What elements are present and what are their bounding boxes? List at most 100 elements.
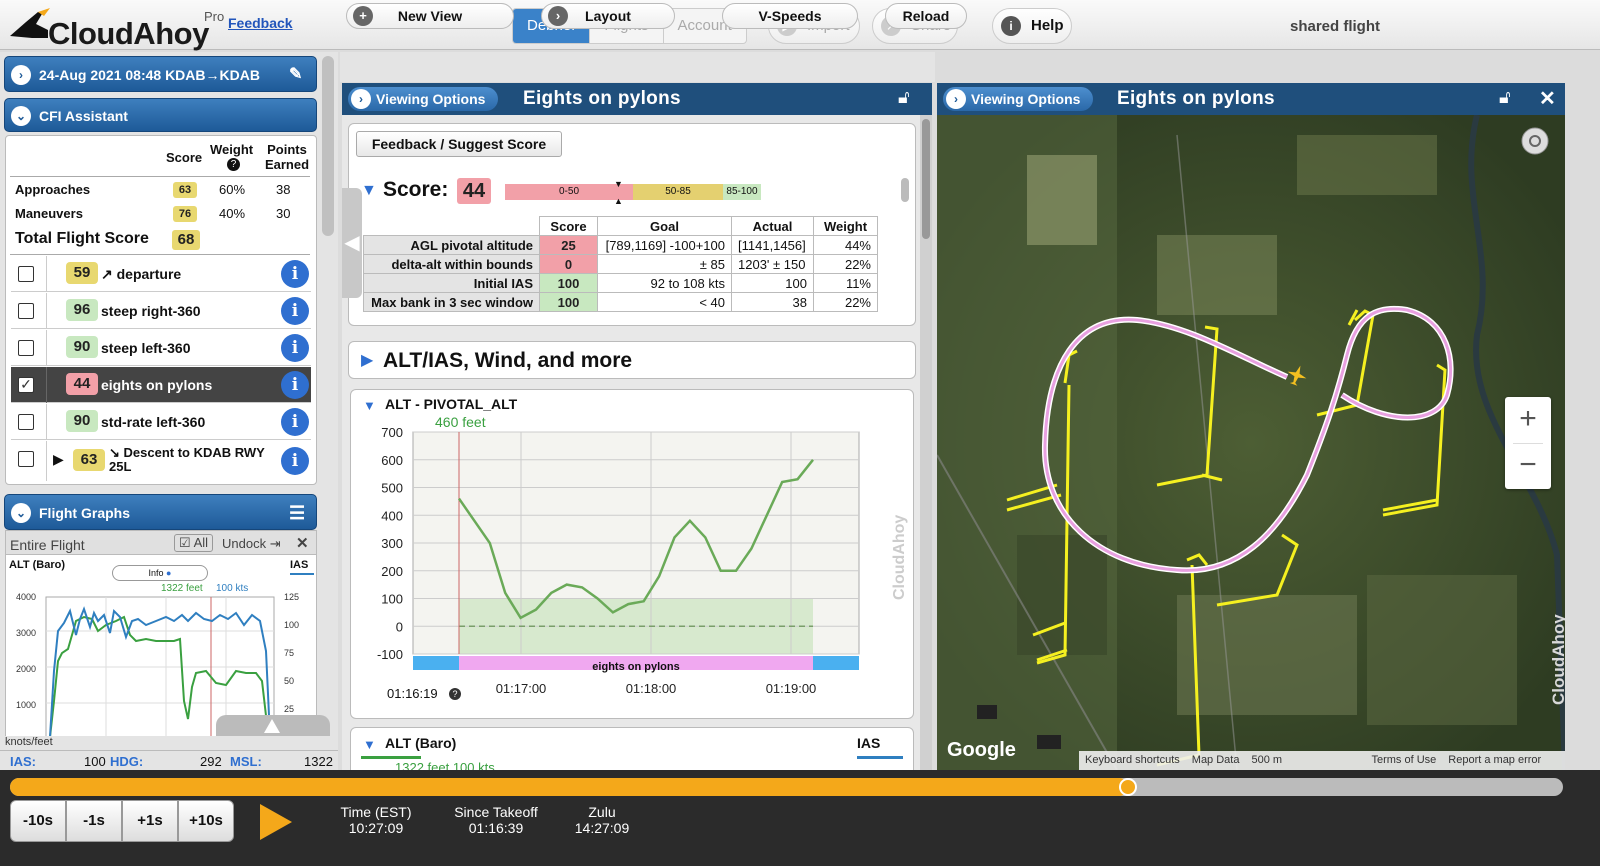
zoom-in-button[interactable]: + <box>1505 397 1551 443</box>
range-label[interactable]: Entire Flight <box>10 537 85 553</box>
help-circle-icon[interactable]: ? <box>449 688 461 700</box>
map-canvas[interactable] <box>937 115 1565 770</box>
col-points: Points Earned <box>264 142 310 172</box>
time-est-value: 10:27:09 <box>348 820 404 836</box>
map-data-link[interactable]: Map Data <box>1186 751 1246 770</box>
checkbox[interactable] <box>18 451 34 467</box>
help-button[interactable]: i Help <box>992 8 1072 44</box>
cloudahoy-logo[interactable]: CloudAhoy Pro <box>8 6 225 51</box>
zoom-out-button[interactable]: − <box>1505 443 1551 489</box>
yright-tick: 25 <box>284 704 295 714</box>
info-pill-label: Info <box>148 568 164 578</box>
card-scrollbar[interactable] <box>901 178 909 202</box>
unlock-icon[interactable]: 🔓︎ <box>1499 87 1511 108</box>
info-icon[interactable]: i <box>281 260 309 288</box>
help-circle-icon[interactable]: ? <box>227 158 240 171</box>
maneuver-row-departure[interactable]: 59 ↗ departure i <box>11 256 311 292</box>
checkbox[interactable] <box>18 266 34 282</box>
map-footer: Keyboard shortcuts Map Data 500 m Terms … <box>1079 751 1565 770</box>
back-1s-button[interactable]: -1s <box>66 800 122 842</box>
x-tick-label: 01:18:00 <box>626 681 677 696</box>
checkbox[interactable] <box>18 303 34 319</box>
info-icon[interactable]: i <box>281 297 309 325</box>
cfi-assistant-header[interactable]: ⌄ CFI Assistant <box>4 98 317 132</box>
maneuver-score: 44 <box>66 373 98 395</box>
unlock-icon[interactable]: 🔓︎ <box>898 87 910 108</box>
score-marker-icon: ▲ <box>614 196 623 206</box>
alt-ias-section[interactable]: ▶ ALT/IAS, Wind, and more <box>348 341 916 379</box>
satellite-map[interactable]: + − Google CloudAhoy Keyboard shortcuts … <box>937 115 1565 770</box>
layout-button[interactable]: › Layout <box>541 3 675 29</box>
criterion-goal: ± 85 <box>597 254 732 274</box>
layout-label: Layout <box>585 8 631 24</box>
left-scrollbar[interactable] <box>322 56 334 236</box>
reload-button[interactable]: Reload <box>885 3 967 29</box>
col-weight: Weight <box>210 142 254 157</box>
viewing-options-button[interactable]: › Viewing Options <box>348 87 498 111</box>
alt-baro-readout: 1322 feet 100 kts <box>395 760 495 770</box>
chart-title: ALT - PIVOTAL_ALT <box>385 396 518 412</box>
forward-10s-button[interactable]: +10s <box>178 800 234 842</box>
criterion-weight: 11% <box>813 273 878 293</box>
edit-pencil-icon[interactable]: ✎ <box>289 57 302 93</box>
expand-triangle-icon[interactable]: ▶ <box>361 350 373 370</box>
alt-baro-card: ▼ ALT (Baro) IAS 1322 feet 100 kts <box>350 727 914 770</box>
cfi-title: CFI Assistant <box>39 108 128 124</box>
report-error-link[interactable]: Report a map error <box>1442 751 1547 770</box>
alt-baro-title: ALT (Baro) <box>385 735 457 751</box>
approaches-points: 38 <box>276 182 291 197</box>
score-label: Score: <box>383 178 449 201</box>
info-icon[interactable]: i <box>281 371 309 399</box>
maneuvers-score: 76 <box>173 206 197 222</box>
all-toggle[interactable]: ☑ All <box>174 534 214 552</box>
viewing-options-label: Viewing Options <box>971 91 1081 107</box>
checkbox[interactable] <box>18 340 34 356</box>
maneuver-row-steep-right[interactable]: 96 steep right-360 i <box>11 293 311 329</box>
center-scrollbar[interactable] <box>920 115 932 770</box>
keyboard-shortcuts-link[interactable]: Keyboard shortcuts <box>1079 751 1186 770</box>
maneuver-row-std-rate[interactable]: 90 std-rate left-360 i <box>11 404 311 440</box>
maneuver-label: ↗ departure <box>101 266 182 282</box>
undock-button[interactable]: Undock ⇥ <box>222 536 281 552</box>
new-view-button[interactable]: + New View <box>346 3 514 29</box>
forward-1s-button[interactable]: +1s <box>122 800 178 842</box>
pro-badge: Pro <box>204 9 225 24</box>
checkbox-checked[interactable]: ✓ <box>18 377 34 393</box>
maneuvers-label: Maneuvers <box>15 206 83 221</box>
flight-header[interactable]: › 24-Aug 2021 08:48 KDAB→KDAB ✎ <box>4 56 317 92</box>
y-tick-label: 700 <box>381 426 403 440</box>
close-icon[interactable]: ✕ <box>296 534 309 552</box>
collapse-left-handle-icon[interactable]: ◀ <box>342 188 362 298</box>
maneuver-row-steep-left[interactable]: 90 steep left-360 i <box>11 330 311 366</box>
collapse-triangle-icon[interactable]: ▼ <box>363 398 376 413</box>
terms-link[interactable]: Terms of Use <box>1365 751 1442 770</box>
maneuver-row-eights[interactable]: ✓ 44 eights on pylons i <box>11 367 311 403</box>
scrub-handle-icon[interactable] <box>264 719 280 733</box>
info-icon[interactable]: i <box>281 447 309 475</box>
close-icon[interactable]: ✕ <box>1539 86 1556 111</box>
viewing-options-button[interactable]: › Viewing Options <box>943 87 1093 111</box>
zulu-time: Zulu 14:27:09 <box>566 804 638 836</box>
feedback-suggest-button[interactable]: Feedback / Suggest Score <box>356 131 562 157</box>
yleft-tick: 2000 <box>16 664 37 674</box>
timeline-handle[interactable] <box>1119 778 1138 796</box>
vspeeds-button[interactable]: V-Speeds <box>722 3 858 29</box>
checkbox[interactable] <box>18 414 34 430</box>
flight-graphs-header[interactable]: ⌄ Flight Graphs ☰ <box>4 494 317 530</box>
timeline-track[interactable] <box>10 778 1563 796</box>
band-yellow: 50-85 <box>633 184 723 200</box>
maneuver-row-descent[interactable]: ▶ 63 ↘ Descent to KDAB RWY 25L i <box>11 441 311 481</box>
criterion-goal: < 40 <box>597 292 732 312</box>
expand-triangle-icon[interactable]: ▶ <box>53 451 64 468</box>
timeline-segment-after <box>813 656 859 670</box>
play-icon[interactable] <box>260 804 292 840</box>
collapse-triangle-icon[interactable]: ▼ <box>361 182 377 200</box>
info-icon[interactable]: i <box>281 334 309 362</box>
info-pill[interactable]: Info ● <box>112 565 208 581</box>
back-10s-button[interactable]: -10s <box>10 800 66 842</box>
collapse-triangle-icon[interactable]: ▼ <box>363 737 376 752</box>
google-logo: Google <box>947 739 1016 761</box>
info-icon[interactable]: i <box>281 408 309 436</box>
menu-icon[interactable]: ☰ <box>289 495 305 531</box>
feedback-link[interactable]: Feedback <box>228 15 293 31</box>
